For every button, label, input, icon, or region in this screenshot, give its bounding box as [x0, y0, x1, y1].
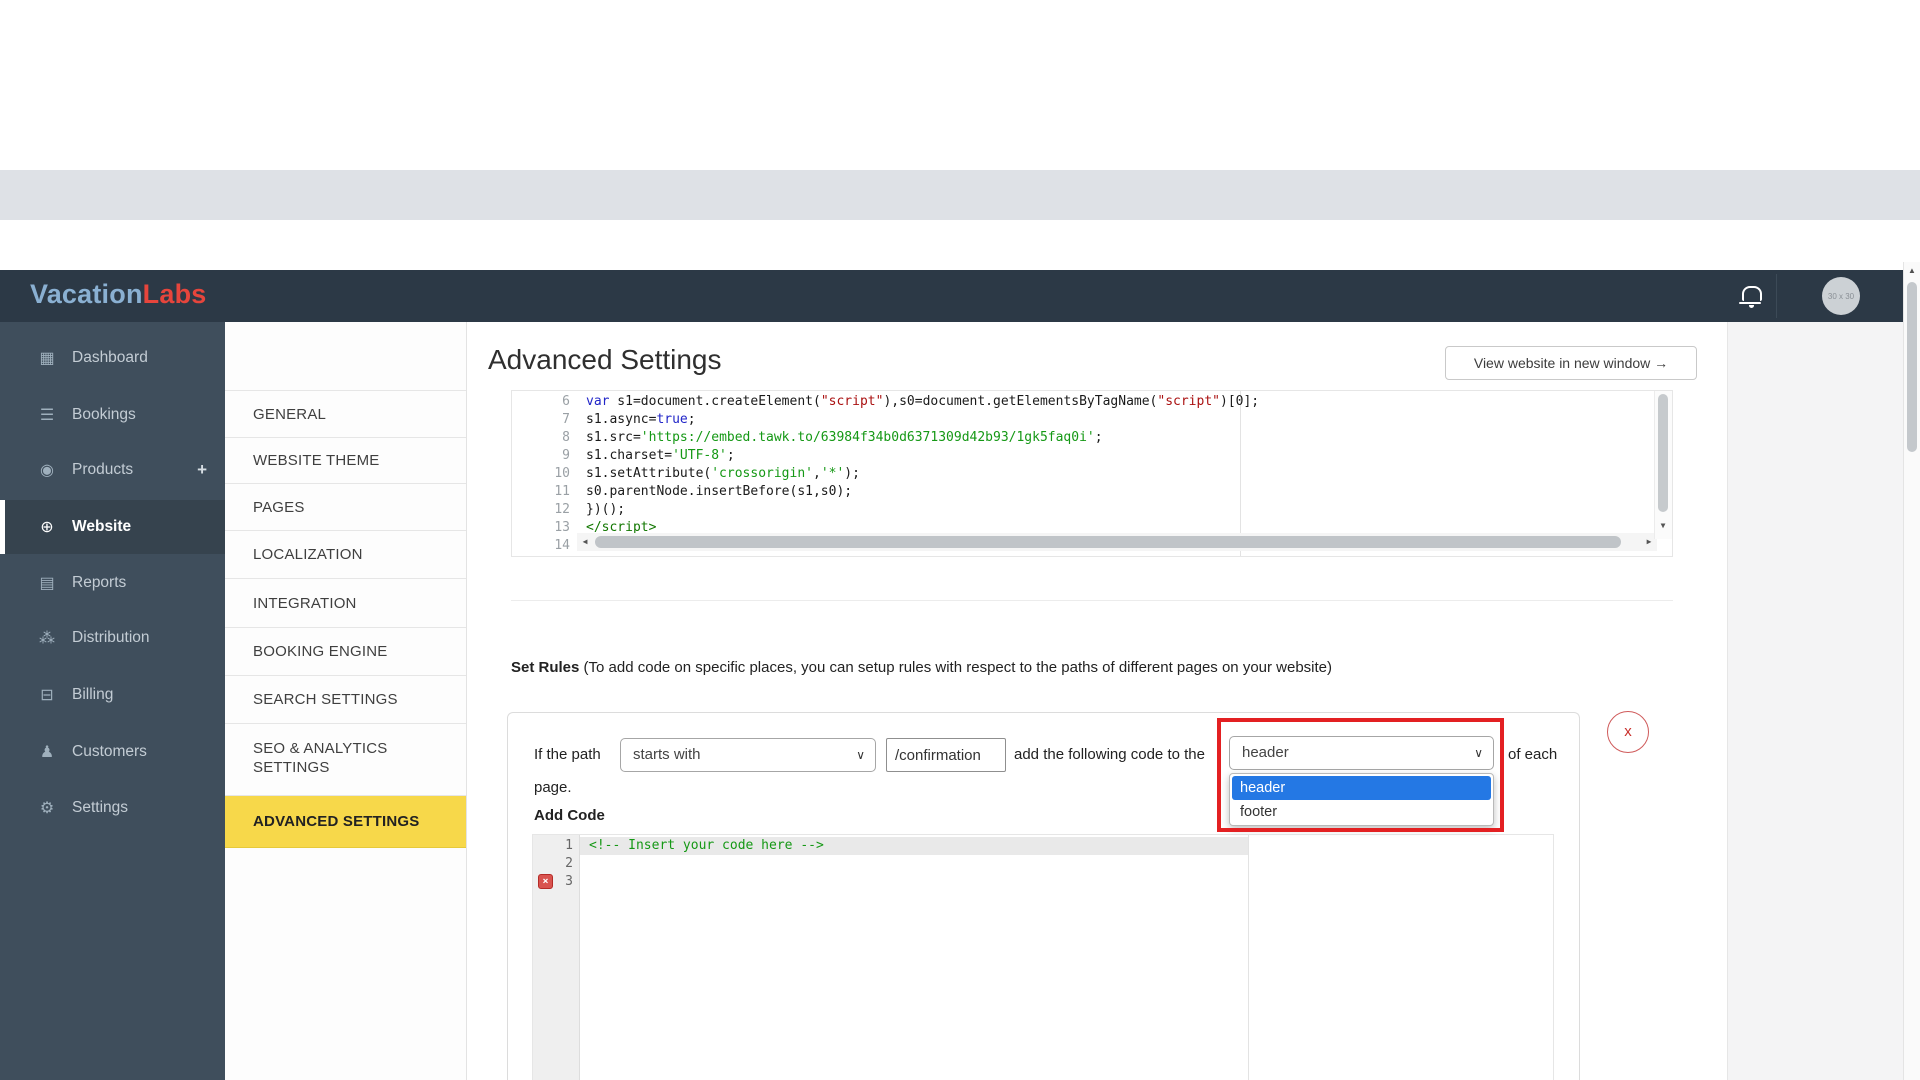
submenu-item-pages[interactable]: PAGES: [225, 483, 466, 530]
placement-option-header[interactable]: header: [1232, 776, 1491, 800]
line-number: 10: [512, 465, 570, 483]
placement-select[interactable]: header ∨: [1229, 736, 1494, 770]
vacationlabs-logo[interactable]: VacationLabs: [30, 279, 206, 310]
code-line: s1.setAttribute('crossorigin','*');: [586, 465, 860, 483]
section-divider: [511, 600, 1673, 601]
line-number: 13: [512, 519, 570, 537]
header-code-editor[interactable]: 6 7 8 9 10 11 12 13 14 var s1=document.c…: [511, 390, 1673, 557]
submenu-item-search-settings[interactable]: SEARCH SETTINGS: [225, 675, 466, 723]
code-line: })();: [586, 501, 625, 519]
path-match-value: starts with: [633, 746, 701, 763]
add-code-editor[interactable]: 1 2 3 <!-- Insert your code here --> ×: [532, 834, 1554, 1080]
sidebar-item-distribution[interactable]: ⁂ Distribution: [0, 614, 225, 662]
rule-text-if-the-path: If the path: [534, 746, 601, 763]
page-scroll-thumb[interactable]: [1907, 282, 1917, 452]
user-avatar[interactable]: 30 x 30: [1822, 277, 1860, 315]
app-header: VacationLabs: [0, 270, 1903, 322]
chevron-down-icon: ∨: [856, 739, 865, 771]
website-settings-submenu: GENERAL WEBSITE THEME PAGES LOCALIZATION…: [225, 322, 467, 1080]
editor-ruler: [1248, 835, 1249, 1080]
line-number: 9: [512, 447, 570, 465]
view-website-button[interactable]: View website in new window →: [1445, 346, 1697, 380]
set-rules-text: Set Rules (To add code on specific place…: [511, 659, 1332, 676]
editor-vertical-scrollbar[interactable]: ▼: [1654, 391, 1672, 539]
scroll-up-icon[interactable]: ▲: [1904, 266, 1920, 275]
bulb-icon: ◉: [36, 460, 58, 480]
page-title: Advanced Settings: [488, 344, 722, 376]
code-line: s1.async=true;: [586, 411, 696, 429]
path-input[interactable]: [886, 738, 1006, 772]
scroll-left-icon[interactable]: ◀: [577, 533, 593, 551]
sidebar-item-settings[interactable]: ⚙ Settings: [0, 784, 225, 832]
submenu-item-integration[interactable]: INTEGRATION: [225, 578, 466, 627]
calendar-icon: ▦: [36, 348, 58, 368]
browser-tab-strip: VacationLabs - Online bookings f × Parth…: [0, 170, 1920, 220]
line-number: 1: [533, 837, 573, 855]
sidebar-item-products[interactable]: ◉ Products +: [0, 446, 225, 494]
sidebar-item-bookings[interactable]: ☰ Bookings: [0, 391, 225, 439]
path-match-select[interactable]: starts with ∨: [620, 738, 876, 772]
code-line: s1.src='https://embed.tawk.to/63984f34b0…: [586, 429, 1103, 447]
editor-ruler: [1240, 391, 1241, 556]
code-line: var s1=document.createElement("script"),…: [586, 393, 1259, 411]
sidebar-item-reports[interactable]: ▤ Reports: [0, 559, 225, 607]
line-number: 7: [512, 411, 570, 429]
code-line: s0.parentNode.insertBefore(s1,s0);: [586, 483, 852, 501]
line-number: 11: [512, 483, 570, 501]
list-icon: ☰: [36, 405, 58, 425]
globe-icon: ⊕: [36, 517, 58, 537]
editor-horizontal-scrollbar[interactable]: ◀ ▶: [577, 533, 1657, 551]
submenu-item-booking-engine[interactable]: BOOKING ENGINE: [225, 627, 466, 675]
person-icon: ♟: [36, 742, 58, 762]
horizontal-scroll-thumb[interactable]: [595, 536, 1621, 548]
line-number: 6: [512, 393, 570, 411]
add-product-icon[interactable]: +: [197, 460, 207, 480]
set-rules-description: (To add code on specific places, you can…: [579, 659, 1332, 676]
rule-text-page: page.: [534, 779, 572, 796]
chevron-down-icon: ∨: [1474, 737, 1483, 769]
page-right-gutter: [1727, 322, 1903, 1080]
line-number: 12: [512, 501, 570, 519]
placement-value: header: [1242, 744, 1289, 761]
vertical-scroll-thumb[interactable]: [1658, 394, 1668, 512]
placement-option-footer[interactable]: footer: [1232, 800, 1491, 824]
sidebar-item-website[interactable]: ⊕ Website: [0, 500, 230, 554]
sidebar-item-customers[interactable]: ♟ Customers: [0, 728, 225, 776]
people-icon: ⁂: [36, 628, 58, 648]
submenu-item-localization[interactable]: LOCALIZATION: [225, 530, 466, 578]
line-number: 2: [533, 855, 573, 873]
submenu-item-advanced-settings[interactable]: ADVANCED SETTINGS: [225, 795, 466, 848]
notifications-bell-icon[interactable]: [1742, 286, 1762, 301]
report-icon: ▤: [36, 573, 58, 593]
sidebar-item-dashboard[interactable]: ▦ Dashboard: [0, 334, 225, 382]
placement-dropdown-list: header footer: [1229, 773, 1494, 826]
rule-text-of-each: of each: [1508, 746, 1557, 763]
submenu-item-general[interactable]: GENERAL: [225, 390, 466, 437]
rule-text-add-code: add the following code to the: [1014, 746, 1205, 763]
screen: VacationLabs - Online bookings f × Parth…: [0, 0, 1920, 1080]
browser-toolbar: ← → ↻ app.vacationlabs.com/admin/website…: [0, 220, 1920, 262]
scroll-down-icon[interactable]: ▼: [1655, 521, 1671, 530]
line-number: 14: [512, 537, 570, 555]
gear-icon: ⚙: [36, 798, 58, 818]
remove-rule-button[interactable]: x: [1607, 711, 1649, 753]
submenu-item-seo-analytics[interactable]: SEO & ANALYTICS SETTINGS: [225, 723, 466, 795]
add-code-label: Add Code: [534, 807, 605, 824]
banknote-icon: ⊟: [36, 685, 58, 705]
main-content: Advanced Settings View website in new wi…: [467, 322, 1727, 1080]
sidebar-nav: ▦ Dashboard ☰ Bookings ◉ Products + ⊕ We…: [0, 322, 225, 1080]
page-scrollbar[interactable]: ▲: [1903, 262, 1920, 1080]
code-comment-line: <!-- Insert your code here -->: [589, 837, 824, 855]
submenu-item-website-theme[interactable]: WEBSITE THEME: [225, 437, 466, 483]
sidebar-item-billing[interactable]: ⊟ Billing: [0, 671, 225, 719]
code-line: s1.charset='UTF-8';: [586, 447, 735, 465]
lint-error-icon: ×: [538, 874, 553, 889]
header-divider: [1776, 274, 1777, 318]
line-number: 8: [512, 429, 570, 447]
set-rules-label: Set Rules: [511, 659, 579, 676]
